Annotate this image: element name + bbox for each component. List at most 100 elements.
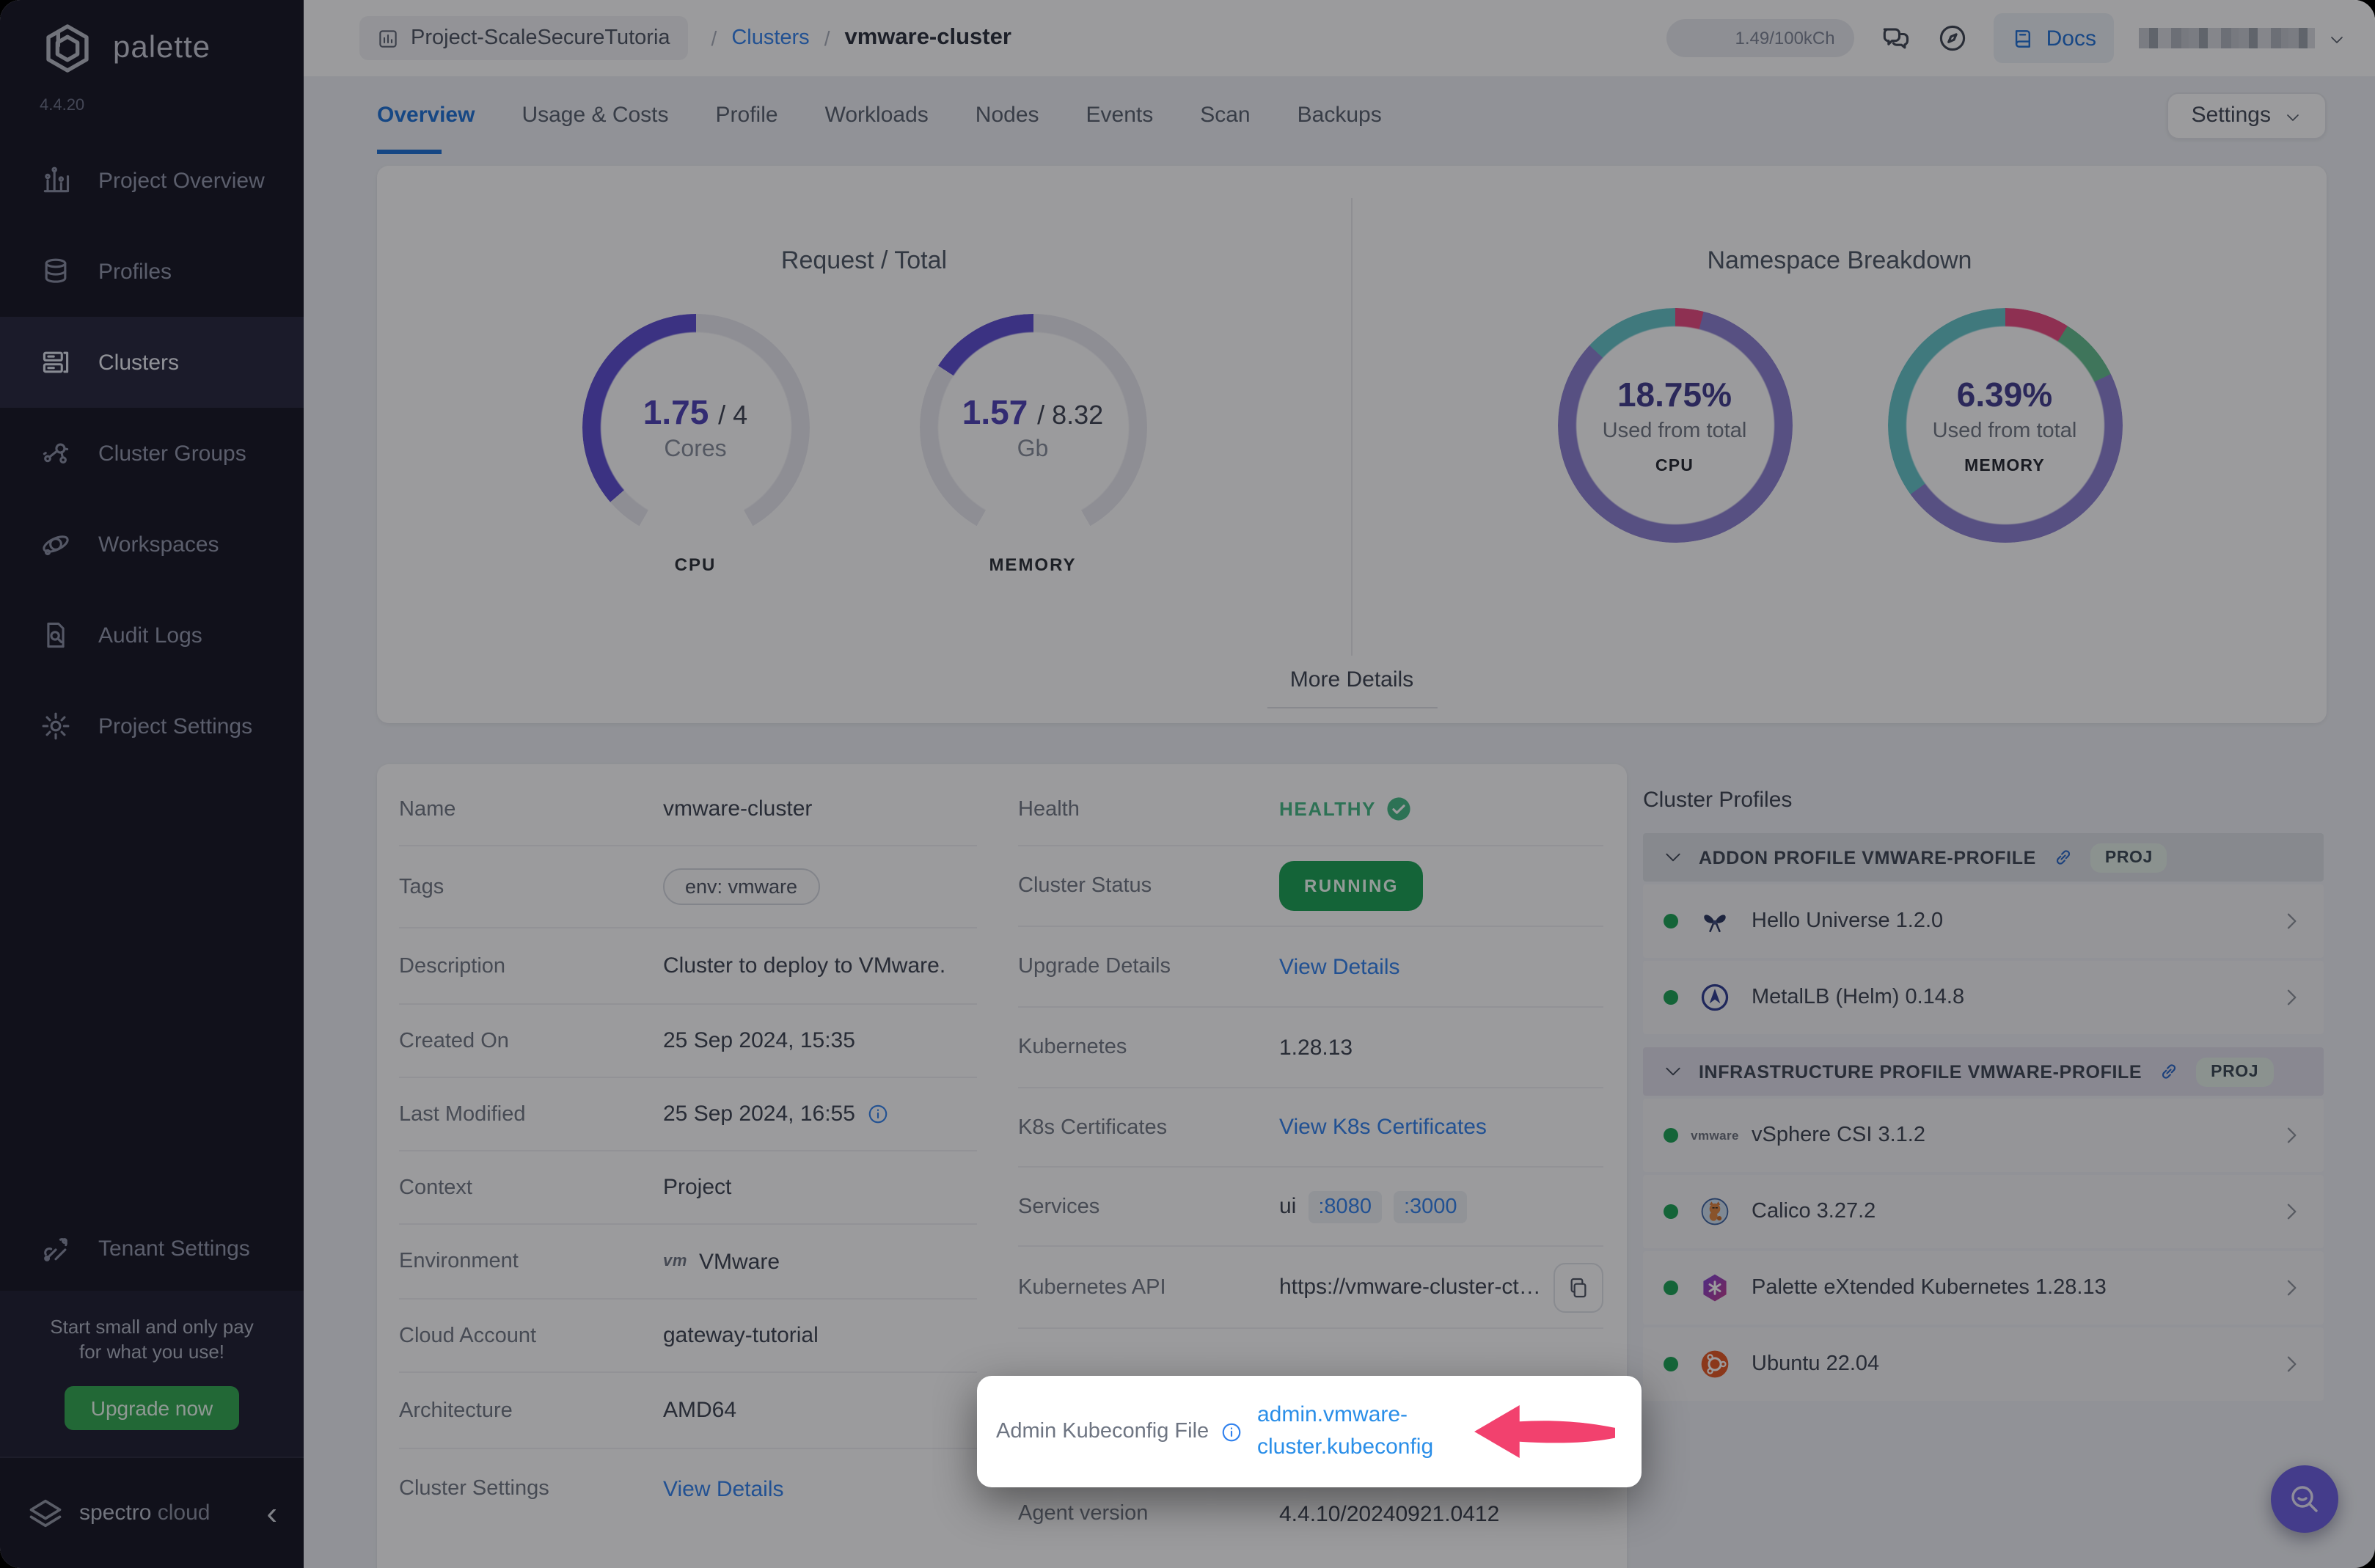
tab-events[interactable]: Events: [1086, 76, 1154, 154]
tab-workloads[interactable]: Workloads: [825, 76, 929, 154]
details-left-column: Name vmware-cluster Tags env: vmware Des…: [377, 773, 977, 1568]
search-assistant-fab[interactable]: [2271, 1465, 2338, 1533]
compass-icon[interactable]: [1936, 22, 1969, 54]
detail-row-description: Description Cluster to deploy to VMware.: [399, 928, 977, 1005]
sidebar-item-cluster-groups[interactable]: Cluster Groups: [0, 408, 304, 499]
copy-icon[interactable]: [1554, 1262, 1603, 1312]
detail-row-k8s-certificates: K8s Certificates View K8s Certificates: [1018, 1088, 1603, 1168]
project-selector[interactable]: Project-ScaleSecureTutoria: [359, 16, 688, 60]
detail-row-context: Context Project: [399, 1151, 977, 1225]
sidebar-item-workspaces[interactable]: Workspaces: [0, 499, 304, 590]
tab-overview[interactable]: Overview: [377, 76, 475, 154]
sidebar-item-project-overview[interactable]: Project Overview: [0, 135, 304, 226]
sidebar-item-profiles[interactable]: Profiles: [0, 226, 304, 317]
workspaces-icon: [40, 528, 72, 560]
profile-row-calico[interactable]: Calico 3.27.2: [1643, 1175, 2324, 1248]
topbar-actions: 1.49/100kCh Docs: [1666, 13, 2346, 63]
profile-row-metallb[interactable]: MetalLB (Helm) 0.14.8: [1643, 961, 2324, 1034]
service-port-3000-link[interactable]: :3000: [1393, 1190, 1468, 1223]
promo-text: Start small and only pay for what you us…: [50, 1315, 254, 1363]
credits-usage-pill[interactable]: 1.49/100kCh: [1666, 19, 1854, 57]
namespace-breakdown-title: Namespace Breakdown: [1707, 246, 1972, 274]
sidebar-item-audit-logs[interactable]: Audit Logs: [0, 590, 304, 681]
metallb-icon: [1697, 980, 1732, 1015]
calico-icon: [1697, 1194, 1732, 1229]
detail-row-cluster-settings: Cluster Settings View Details: [399, 1476, 784, 1501]
project-name: Project-ScaleSecureTutoria: [411, 26, 670, 50]
upgrade-now-button[interactable]: Upgrade now: [64, 1386, 240, 1430]
info-icon[interactable]: [867, 1103, 889, 1125]
bar-chart-icon: [40, 164, 72, 197]
settings-button[interactable]: Settings: [2166, 92, 2327, 139]
service-port-8080-link[interactable]: :8080: [1308, 1190, 1382, 1223]
vmware-logo-icon: vmware: [1691, 1128, 1739, 1143]
admin-kubeconfig-download-link[interactable]: admin.vmware- cluster.kubeconfig: [1257, 1400, 1433, 1464]
tab-usage-costs[interactable]: Usage & Costs: [522, 76, 668, 154]
detail-row-services: Services ui :8080 :3000: [1018, 1168, 1603, 1247]
audit-logs-icon: [40, 619, 72, 651]
status-dot: [1664, 1204, 1678, 1219]
sidebar-item-clusters[interactable]: Clusters: [0, 317, 304, 408]
detail-row-architecture: Architecture AMD64: [399, 1373, 977, 1449]
sidebar-nav: Project Overview Profiles Clusters Clust…: [0, 135, 304, 772]
magnifier-smile-icon: [2291, 1486, 2318, 1512]
chevron-down-icon: [1664, 1062, 1683, 1081]
chevron-down-icon: [2328, 29, 2346, 47]
link-icon[interactable]: [2052, 846, 2074, 868]
view-k8s-certificates-link[interactable]: View K8s Certificates: [1279, 1115, 1487, 1140]
sidebar-item-label: Project Overview: [98, 168, 265, 193]
user-menu[interactable]: [2139, 28, 2346, 48]
profile-row-ubuntu[interactable]: Ubuntu 22.04: [1643, 1327, 2324, 1401]
tools-icon: [40, 1234, 72, 1266]
detail-row-last-modified: Last Modified 25 Sep 2024, 16:55: [399, 1078, 977, 1151]
info-icon[interactable]: [1221, 1421, 1243, 1443]
chevron-right-icon: [2280, 909, 2303, 933]
sidebar-collapse-icon[interactable]: ‹: [266, 1496, 277, 1529]
admin-kubeconfig-spotlight-row: Admin Kubeconfig File admin.vmware- clus…: [977, 1376, 1642, 1487]
status-dot: [1664, 1357, 1678, 1371]
chat-icon[interactable]: [1879, 22, 1911, 54]
admin-kubeconfig-label: Admin Kubeconfig File: [996, 1420, 1210, 1443]
user-name-redacted: [2139, 28, 2315, 48]
memory-gauge: 1.57 / 8.32 Gb MEMORY: [917, 314, 1149, 575]
upgrade-promo: Start small and only pay for what you us…: [0, 1290, 304, 1457]
more-details-button[interactable]: More Details: [1266, 667, 1438, 708]
detail-row-kubernetes: Kubernetes 1.28.13: [1018, 1008, 1603, 1088]
proj-badge: PROJ: [2196, 1057, 2274, 1086]
cluster-settings-view-details-link[interactable]: View Details: [663, 1476, 784, 1501]
namespace-breakdown-panel: Namespace Breakdown 18.75% Used from tot…: [1353, 166, 2327, 723]
link-icon[interactable]: [2158, 1060, 2180, 1082]
infrastructure-profile-header[interactable]: INFRASTRUCTURE PROFILE VMWARE-PROFILE PR…: [1643, 1047, 2324, 1096]
chevron-right-icon: [2280, 1276, 2303, 1300]
profile-row-palette-extended-kubernetes[interactable]: Palette eXtended Kubernetes 1.28.13: [1643, 1251, 2324, 1325]
detail-row-upgrade-details: Upgrade Details View Details: [1018, 927, 1603, 1008]
clusters-icon: [40, 346, 72, 378]
sidebar-item-project-settings[interactable]: Project Settings: [0, 681, 304, 772]
profile-row-hello-universe[interactable]: Hello Universe 1.2.0: [1643, 884, 2324, 958]
breadcrumb-clusters-link[interactable]: Clusters: [731, 26, 809, 50]
tab-backups[interactable]: Backups: [1298, 76, 1382, 154]
spectro-cloud-logo-icon: [26, 1494, 65, 1532]
palette-logo[interactable]: palette 4.4.20: [0, 0, 304, 114]
profile-row-vsphere-csi[interactable]: vmware vSphere CSI 3.1.2: [1643, 1099, 2324, 1172]
tutorial-arrow-icon: [1468, 1396, 1621, 1467]
ubuntu-icon: [1697, 1347, 1732, 1382]
detail-row-cloud-account: Cloud Account gateway-tutorial: [399, 1300, 977, 1373]
spectro-cloud-brand: spectro cloud: [79, 1501, 211, 1525]
sidebar-item-label: Profiles: [98, 259, 172, 284]
memory-namespace-donut: 6.39% Used from total MEMORY: [1884, 308, 2126, 543]
tab-scan[interactable]: Scan: [1200, 76, 1250, 154]
addon-profile-header[interactable]: ADDON PROFILE VMWARE-PROFILE PROJ: [1643, 833, 2324, 882]
sidebar: palette 4.4.20 Project Overview Profiles…: [0, 0, 304, 1568]
cpu-namespace-donut: 18.75% Used from total CPU: [1554, 308, 1796, 543]
tab-profile[interactable]: Profile: [716, 76, 778, 154]
sidebar-item-label: Clusters: [98, 350, 180, 375]
request-total-title: Request / Total: [780, 246, 948, 274]
sidebar-item-tenant-settings[interactable]: Tenant Settings: [0, 1209, 304, 1291]
chevron-right-icon: [2280, 1124, 2303, 1147]
tab-nodes[interactable]: Nodes: [976, 76, 1039, 154]
sidebar-footer: spectro cloud ‹: [0, 1457, 304, 1568]
upgrade-view-details-link[interactable]: View Details: [1279, 954, 1400, 979]
memory-gauge-caption: MEMORY: [989, 554, 1077, 575]
docs-button[interactable]: Docs: [1993, 13, 2114, 63]
